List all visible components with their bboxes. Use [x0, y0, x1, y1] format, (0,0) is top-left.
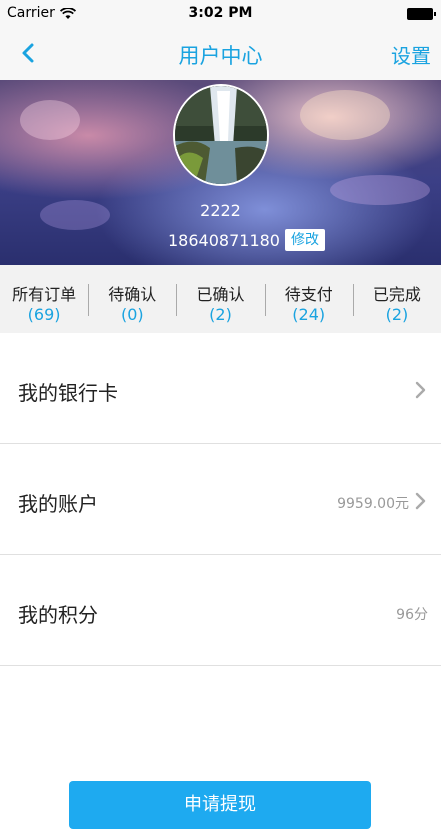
menu-item-label: 我的银行卡: [18, 381, 118, 405]
order-tab-all[interactable]: 所有订单 (69): [0, 265, 88, 333]
points-value: 96分: [396, 607, 428, 623]
menu-item-label: 我的账户: [18, 492, 98, 516]
order-tab-count: (24): [292, 305, 326, 324]
battery-icon: [407, 8, 436, 20]
order-tab-count: (2): [385, 305, 409, 324]
order-tab-pending-payment[interactable]: 待支付 (24): [264, 265, 353, 333]
username: 2222: [200, 201, 241, 220]
clock: 3:02 PM: [188, 5, 253, 21]
order-tab-label: 待支付: [284, 285, 333, 304]
background-bokeh: [20, 100, 80, 140]
order-tab-count: (2): [209, 305, 232, 324]
order-tab-label: 已确认: [196, 285, 245, 304]
order-tab-confirmed[interactable]: 已确认 (2): [176, 265, 264, 333]
page-title: 用户中心: [178, 44, 263, 68]
settings-button[interactable]: 设置: [391, 40, 431, 69]
background-bokeh: [300, 90, 390, 140]
phone-number: 18640871180: [168, 231, 280, 250]
profile-header: 2222 18640871180 修改: [0, 80, 441, 265]
navigation-bar: 用户中心 设置: [0, 28, 441, 80]
order-tab-count: (0): [120, 305, 144, 324]
waterfall-photo: [175, 86, 267, 184]
withdraw-button[interactable]: 申请提现: [69, 781, 371, 829]
edit-profile-button[interactable]: 修改: [285, 229, 325, 251]
order-tab-label: 已完成: [372, 285, 421, 304]
order-status-tabs: 所有订单 (69) 待确认 (0) 已确认 (2) 待支付 (24) 已完成 (…: [0, 265, 441, 333]
chevron-right-icon: [415, 381, 426, 399]
chevron-right-icon: [415, 492, 426, 510]
order-tab-label: 所有订单: [12, 285, 77, 304]
order-tab-label: 待确认: [108, 285, 157, 304]
menu-list: 我的银行卡 我的账户 9959.00元 我的积分 96分: [0, 333, 441, 666]
status-bar: Carrier 3:02 PM: [0, 0, 441, 28]
menu-item-points[interactable]: 我的积分 96分: [0, 555, 441, 666]
avatar[interactable]: [173, 84, 269, 186]
order-tab-completed[interactable]: 已完成 (2): [352, 265, 441, 333]
account-balance: 9959.00元: [337, 496, 409, 512]
order-tab-pending-confirm[interactable]: 待确认 (0): [88, 265, 176, 333]
order-tab-count: (69): [27, 305, 61, 324]
menu-item-label: 我的积分: [18, 603, 98, 627]
menu-item-account[interactable]: 我的账户 9959.00元: [0, 444, 441, 555]
menu-item-bank-card[interactable]: 我的银行卡: [0, 333, 441, 444]
